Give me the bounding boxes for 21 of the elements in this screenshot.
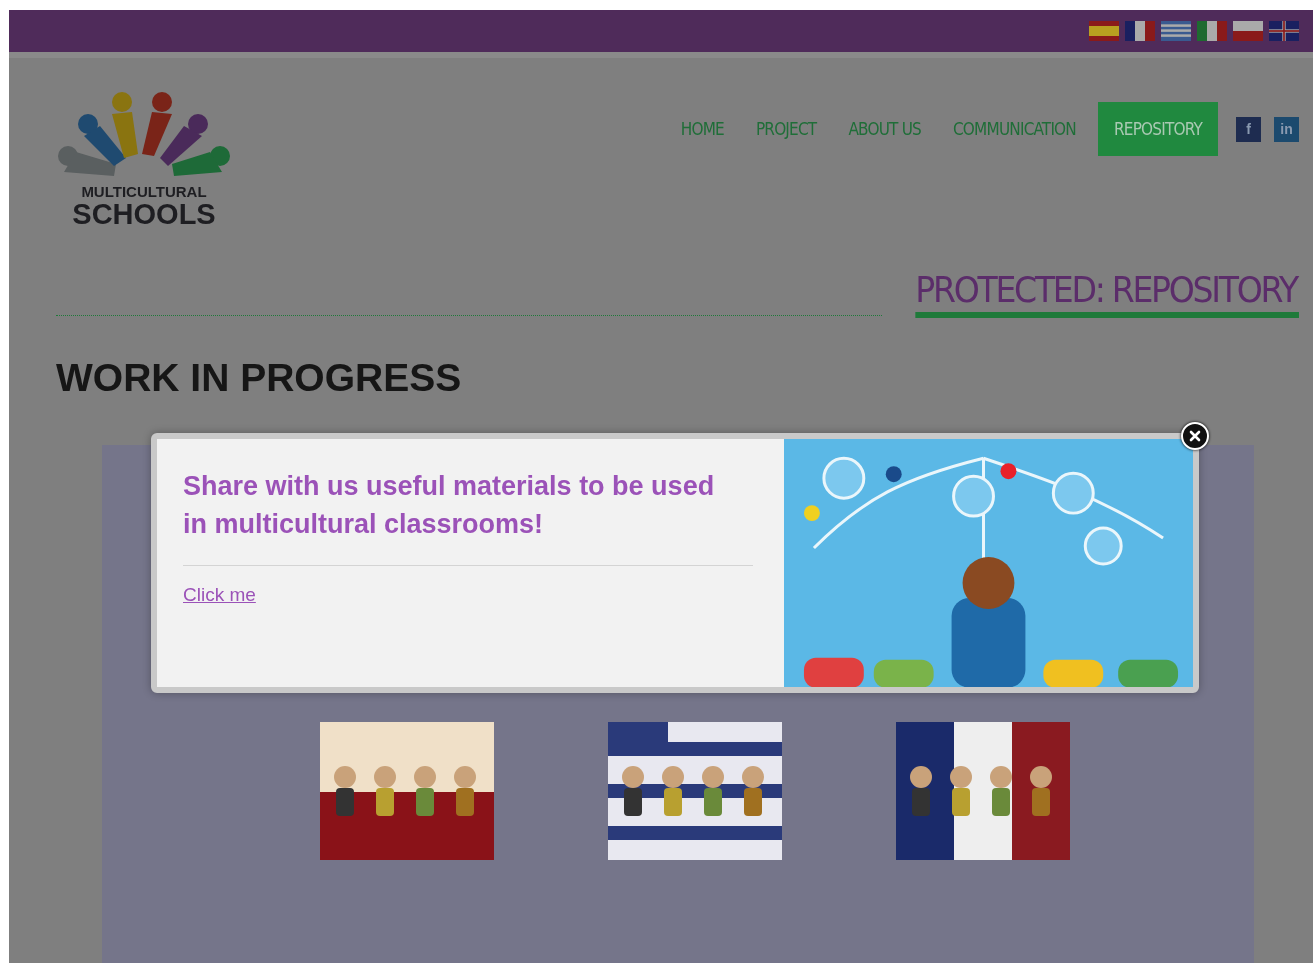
nav-link[interactable]: COMMUNICATION	[936, 102, 1092, 156]
flag-icon[interactable]	[1197, 21, 1227, 41]
logo-text: SCHOOLS	[72, 200, 216, 228]
nav-link[interactable]: PROJECT	[739, 102, 833, 156]
flag-icon[interactable]	[1089, 21, 1119, 41]
flag-icon[interactable]	[1233, 21, 1263, 41]
nav-link[interactable]: ABOUT US	[832, 102, 937, 156]
flag-icon[interactable]	[1269, 21, 1299, 41]
logo-text: MULTICULTURAL	[81, 184, 207, 200]
flag-icon[interactable]	[1161, 21, 1191, 41]
nav-link[interactable]: HOME	[664, 102, 740, 156]
flag-icon[interactable]	[1125, 21, 1155, 41]
close-icon	[1188, 429, 1202, 443]
section-heading: WORK IN PROGRESS	[56, 355, 463, 401]
page-title: PROTECTED: REPOSITORY	[915, 268, 1299, 318]
nav-link[interactable]: REPOSITORY	[1098, 102, 1218, 156]
facebook-icon[interactable]: f	[1236, 116, 1261, 142]
linkedin-icon[interactable]: in	[1274, 116, 1299, 142]
popup-message: Share with us useful materials to be used in multicultural classrooms!	[183, 470, 716, 541]
close-button[interactable]	[1181, 422, 1209, 450]
click-link[interactable]: Click me	[183, 584, 256, 605]
